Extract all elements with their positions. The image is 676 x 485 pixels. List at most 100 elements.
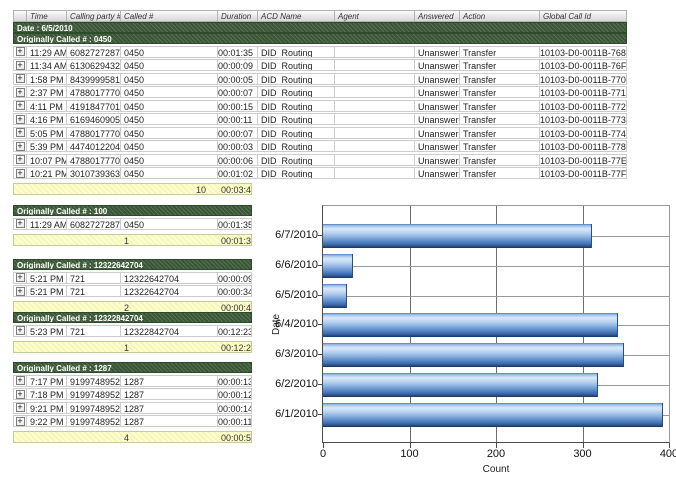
cell-duration: 00:00:03 — [218, 140, 258, 152]
expand-row-button[interactable]: + — [16, 61, 25, 70]
expand-row-button[interactable]: + — [16, 74, 25, 83]
summary-spacer — [13, 234, 121, 246]
expand-cell: + — [13, 46, 27, 58]
table-row: +1:58 PM8439999581045000:00:05DID_Routin… — [13, 73, 627, 85]
cell-action: Transfer — [460, 140, 540, 152]
column-header-answered: Answered — [415, 10, 460, 22]
cell-duration: 00:00:09 — [218, 272, 252, 284]
table-row: +9:21 PM9199748952128700:00:14 — [13, 402, 252, 414]
cell-agent — [335, 113, 415, 125]
expand-row-button[interactable]: + — [16, 390, 25, 399]
bar-6-7-2010 — [323, 224, 592, 248]
table-row: +11:29 AM6082727287045000:01:35DID_Routi… — [13, 46, 627, 58]
cell-agent — [335, 167, 415, 179]
expand-row-button[interactable]: + — [16, 115, 25, 124]
cell-agent — [335, 127, 415, 139]
cell-time: 7:18 PM — [27, 388, 67, 400]
cell-calling: 9199748952 — [67, 388, 121, 400]
y-tick-label: 6/1/2010 — [248, 407, 318, 421]
summary-count: 1 — [121, 234, 218, 246]
cell-calling: 6169460905 — [67, 113, 121, 125]
table-row: +4:16 PM6169460905045000:00:11DID_Routin… — [13, 113, 627, 125]
expand-row-button[interactable]: + — [16, 142, 25, 151]
summary-spacer — [13, 341, 121, 353]
cell-called: 0450 — [121, 154, 218, 166]
cell-time: 7:17 PM — [27, 375, 67, 387]
cell-time: 4:11 PM — [27, 100, 67, 112]
expand-row-button[interactable]: + — [16, 326, 25, 335]
expand-row-button[interactable]: + — [16, 47, 25, 56]
cell-agent — [335, 100, 415, 112]
table-row: +5:21 PM7211232264270400:00:34 — [13, 285, 252, 297]
cell-duration: 00:00:06 — [218, 154, 258, 166]
expand-cell: + — [13, 140, 27, 152]
cell-answered: Unanswered — [415, 127, 460, 139]
table-row: +5:23 PM7211232284270400:12:23 — [13, 325, 252, 337]
cell-acd: DID_Routing — [258, 113, 335, 125]
cell-action: Transfer — [460, 59, 540, 71]
y-axis-tick — [318, 384, 323, 385]
group-header-band: Originally Called # : 12322642704 — [13, 259, 252, 270]
cell-answered: Unanswered — [415, 86, 460, 98]
cell-duration: 00:00:07 — [218, 86, 258, 98]
expand-row-button[interactable]: + — [16, 88, 25, 97]
y-axis-tick — [318, 295, 323, 296]
cell-duration: 00:01:02 — [218, 167, 258, 179]
expand-row-button[interactable]: + — [16, 101, 25, 110]
cell-calling: 6082727287 — [67, 218, 121, 230]
group-summary-row: 100:12:23 — [13, 341, 252, 353]
cell-called: 0450 — [121, 113, 218, 125]
group-header-band: Originally Called # : 12322842704 — [13, 312, 252, 323]
table-row: +4:11 PM4191847701045000:00:15DID_Routin… — [13, 100, 627, 112]
group-header-band: Originally Called # : 0450 — [13, 33, 627, 44]
summary-total-duration: 00:12:23 — [218, 341, 252, 353]
x-tick-label: 300 — [563, 448, 603, 460]
cell-time: 5:21 PM — [27, 272, 67, 284]
y-axis-tick — [318, 265, 323, 266]
cell-global_id: 10103-D0-0011B-770 — [540, 73, 627, 85]
cell-action: Transfer — [460, 73, 540, 85]
summary-count: 4 — [121, 431, 218, 443]
expand-row-button[interactable]: + — [16, 169, 25, 178]
expand-row-button[interactable]: + — [16, 155, 25, 164]
group-1287: Originally Called # : 1287+7:17 PM919974… — [13, 362, 252, 443]
cell-time: 1:58 PM — [27, 73, 67, 85]
expand-row-button[interactable]: + — [16, 273, 25, 282]
y-tick-label: 6/3/2010 — [248, 347, 318, 361]
cell-acd: DID_Routing — [258, 167, 335, 179]
cell-answered: Unanswered — [415, 73, 460, 85]
cell-answered: Unanswered — [415, 59, 460, 71]
expand-row-button[interactable]: + — [16, 417, 25, 426]
expand-cell: + — [13, 86, 27, 98]
expand-row-button[interactable]: + — [16, 403, 25, 412]
bar-6-1-2010 — [323, 403, 663, 427]
cell-time: 4:16 PM — [27, 113, 67, 125]
summary-spacer — [13, 183, 121, 195]
summary-spacer — [13, 431, 121, 443]
cell-calling: 4474012204 — [67, 140, 121, 152]
cell-calling: 721 — [67, 285, 121, 297]
cell-time: 11:34 AM — [27, 59, 67, 71]
table-row: +7:18 PM9199748952128700:00:12 — [13, 388, 252, 400]
x-tick-label: 400 — [649, 448, 676, 460]
expand-cell: + — [13, 113, 27, 125]
y-tick-label: 6/7/2010 — [248, 228, 318, 242]
cell-acd: DID_Routing — [258, 154, 335, 166]
table-row: +10:07 PM4788017770045000:00:06DID_Routi… — [13, 154, 627, 166]
cell-agent — [335, 86, 415, 98]
cell-called: 0450 — [121, 218, 218, 230]
cell-time: 9:22 PM — [27, 415, 67, 427]
cell-calling: 9199748952 — [67, 375, 121, 387]
cell-acd: DID_Routing — [258, 59, 335, 71]
expand-row-button[interactable]: + — [16, 287, 25, 296]
cell-time: 5:39 PM — [27, 140, 67, 152]
table-row: +5:21 PM7211232264270400:00:09 — [13, 272, 252, 284]
expand-row-button[interactable]: + — [16, 376, 25, 385]
expand-cell: + — [13, 167, 27, 179]
expand-row-button[interactable]: + — [16, 128, 25, 137]
cell-acd: DID_Routing — [258, 140, 335, 152]
expand-row-button[interactable]: + — [16, 219, 25, 228]
cell-duration: 00:00:34 — [218, 285, 252, 297]
cell-time: 5:21 PM — [27, 285, 67, 297]
cell-calling: 4788017770 — [67, 127, 121, 139]
